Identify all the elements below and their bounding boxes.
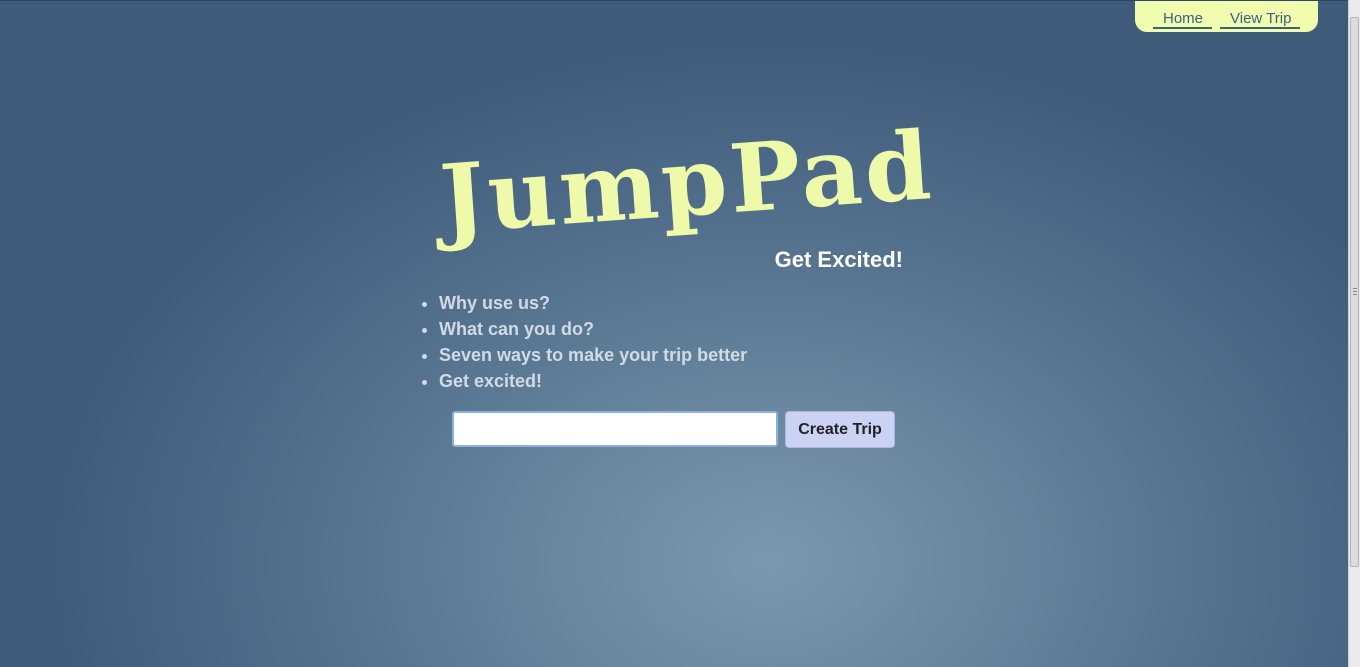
- trip-name-input[interactable]: [452, 411, 778, 447]
- top-nav: Home View Trip: [1135, 1, 1318, 32]
- tagline: Get Excited!: [774, 247, 903, 272]
- feature-list: Why use us? What can you do? Seven ways …: [399, 290, 747, 394]
- logo-title: JumpPad: [436, 111, 938, 256]
- grip-icon: [1353, 288, 1357, 295]
- page-background: Home View Trip JumpPad Get Excited! Why …: [0, 0, 1348, 667]
- feature-item: What can you do?: [439, 316, 747, 342]
- feature-item: Seven ways to make your trip better: [439, 342, 747, 368]
- create-trip-button[interactable]: Create Trip: [785, 411, 895, 448]
- nav-view-trip-link[interactable]: View Trip: [1220, 10, 1301, 29]
- nav-home-link[interactable]: Home: [1153, 10, 1213, 29]
- vertical-scrollbar[interactable]: [1348, 0, 1360, 667]
- scrollbar-thumb[interactable]: [1350, 17, 1359, 567]
- feature-item: Get excited!: [439, 368, 747, 394]
- feature-item: Why use us?: [439, 290, 747, 316]
